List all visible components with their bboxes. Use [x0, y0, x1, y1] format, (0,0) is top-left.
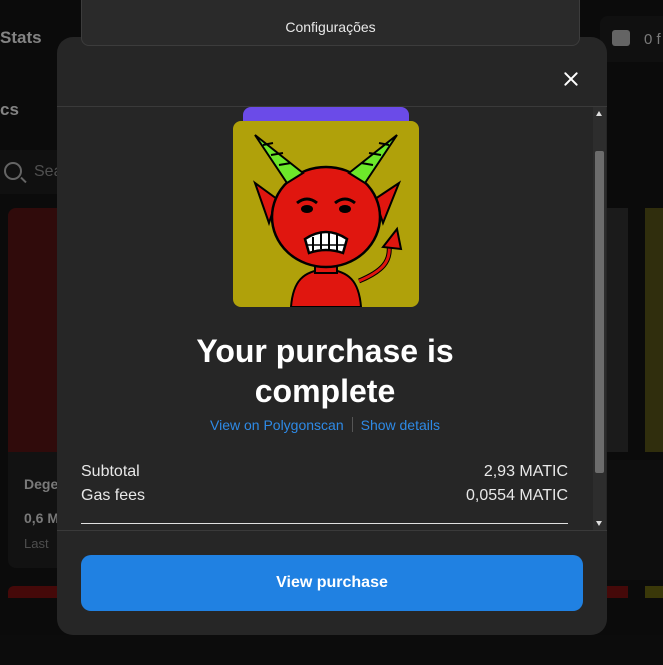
purchase-complete-modal: Your purchase is complete View on Polygo… — [57, 37, 607, 635]
view-purchase-button[interactable]: View purchase — [81, 555, 583, 611]
gas-fees-value: 0,0554 MATIC — [466, 487, 568, 504]
subtotal-label: Subtotal — [81, 463, 140, 480]
scroll-down-arrow-icon[interactable] — [596, 521, 602, 526]
footer-divider — [57, 530, 607, 531]
collection-banner-tab — [243, 107, 409, 121]
view-on-polygonscan-link[interactable]: View on Polygonscan — [210, 417, 344, 433]
scrollbar-thumb[interactable] — [595, 151, 604, 473]
gas-fees-label: Gas fees — [81, 487, 146, 504]
link-divider — [351, 417, 353, 432]
subtotal-value: 2,93 MATIC — [483, 463, 568, 480]
scrollbar[interactable] — [593, 107, 606, 530]
scroll-up-arrow-icon[interactable] — [596, 111, 602, 116]
purchase-complete-title: Your purchase is complete — [57, 331, 593, 411]
settings-dropdown[interactable]: Configurações — [81, 0, 580, 46]
nft-image — [233, 121, 419, 307]
show-details-link[interactable]: Show details — [361, 417, 440, 433]
settings-menu-item[interactable]: Configurações — [82, 19, 579, 35]
transaction-links: View on Polygonscan Show details — [57, 417, 593, 433]
close-icon[interactable] — [557, 65, 585, 93]
total-divider — [81, 523, 568, 524]
modal-scroll-content[interactable]: Your purchase is complete View on Polygo… — [57, 107, 607, 530]
title-line-2: complete — [254, 373, 396, 409]
title-line-1: Your purchase is — [196, 333, 454, 369]
devil-illustration — [252, 134, 403, 307]
